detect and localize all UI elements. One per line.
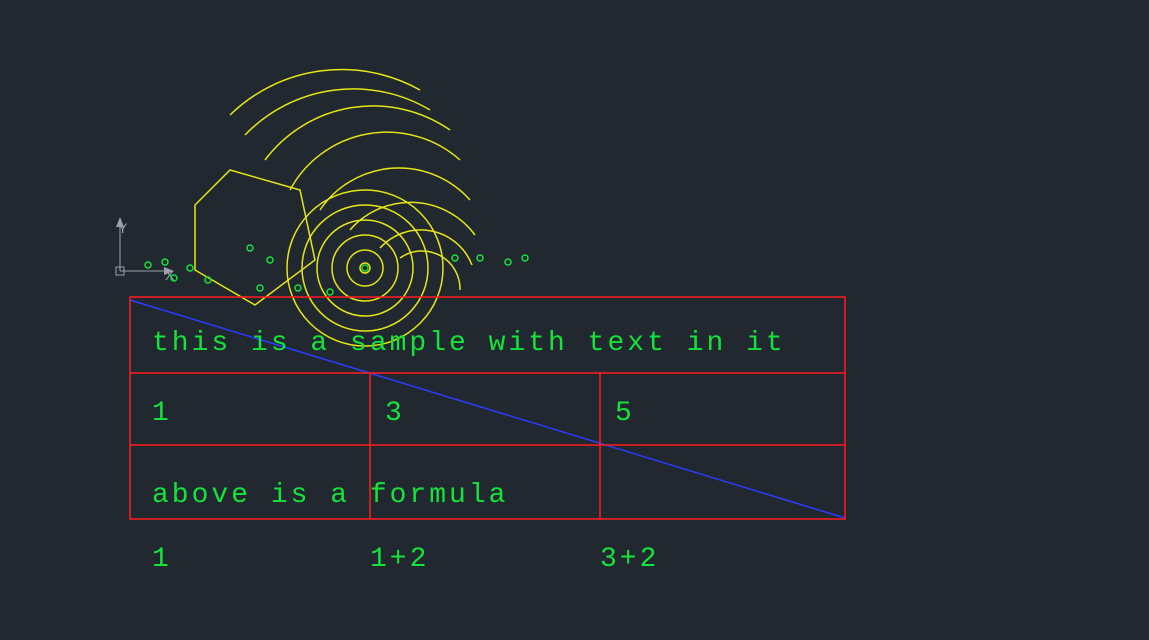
- drawing-layer[interactable]: [0, 0, 1149, 640]
- cad-model-space[interactable]: X Y: [0, 0, 1149, 640]
- formula-c3[interactable]: 3+2: [600, 544, 659, 575]
- table-row1-text[interactable]: this is a sample with text in it: [152, 328, 786, 359]
- table-row3-text[interactable]: above is a formula: [152, 480, 508, 511]
- formula-c1[interactable]: 1: [152, 544, 172, 575]
- table-cell-r2c1[interactable]: 1: [152, 398, 172, 429]
- table-cell-r2c2[interactable]: 3: [385, 398, 405, 429]
- table-cell-r2c3[interactable]: 5: [615, 398, 635, 429]
- formula-c2[interactable]: 1+2: [370, 544, 429, 575]
- concentric-circles: [287, 190, 443, 346]
